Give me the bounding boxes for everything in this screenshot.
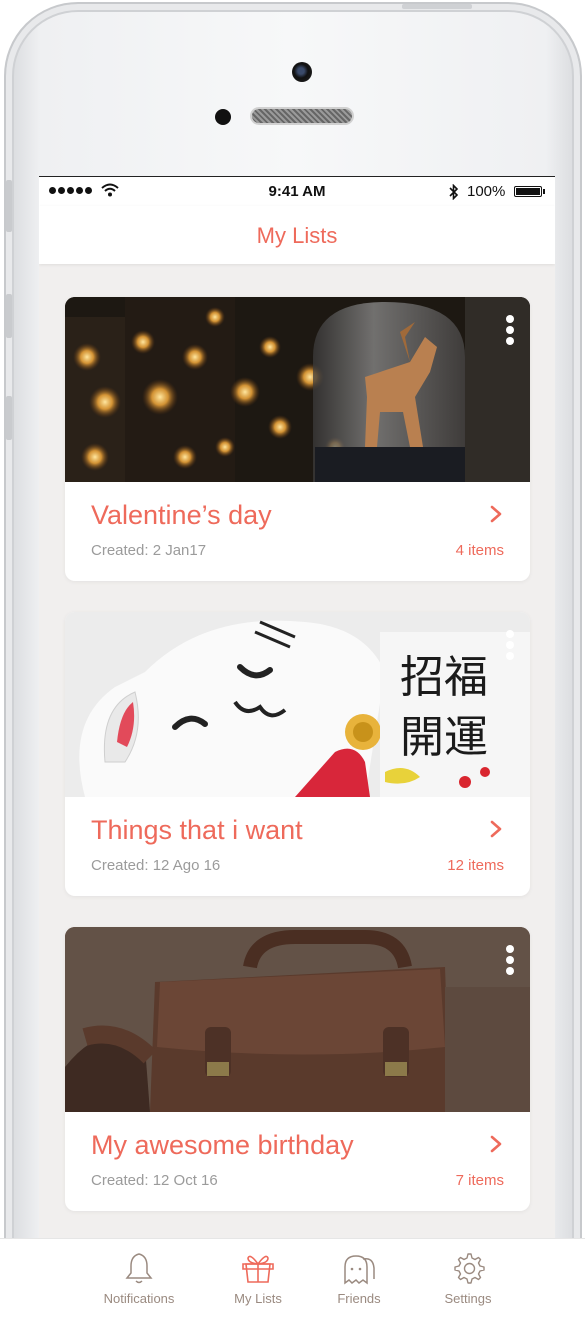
tab-label: My Lists bbox=[234, 1291, 282, 1306]
bell-icon bbox=[125, 1253, 153, 1284]
chevron-right-icon[interactable] bbox=[488, 504, 504, 524]
tab-bar: Notifications My Lists Friends Settings bbox=[0, 1238, 585, 1320]
tab-label: Notifications bbox=[103, 1291, 175, 1306]
more-options-icon[interactable] bbox=[504, 315, 516, 351]
list-item-count: 4 items bbox=[455, 542, 504, 559]
page-title: My Lists bbox=[256, 223, 338, 248]
svg-text:開運: 開運 bbox=[400, 712, 488, 763]
gear-icon bbox=[454, 1253, 485, 1284]
battery-percentage: 100% bbox=[467, 183, 506, 200]
list-title: Things that i want bbox=[91, 815, 303, 845]
list-card[interactable]: 招福 開運 Things that i want Created: 12 Ago… bbox=[65, 612, 530, 896]
mute-switch bbox=[6, 180, 12, 232]
more-options-icon[interactable] bbox=[504, 945, 516, 981]
bluetooth-icon bbox=[449, 184, 459, 200]
svg-text:招福: 招福 bbox=[400, 652, 488, 703]
list-title: My awesome birthday bbox=[91, 1130, 354, 1160]
list-created-date: Created: 12 Oct 16 bbox=[91, 1172, 218, 1189]
list-card[interactable]: My awesome birthday Created: 12 Oct 16 7… bbox=[65, 927, 530, 1211]
chevron-right-icon[interactable] bbox=[488, 1134, 504, 1154]
volume-down-button bbox=[6, 396, 12, 440]
tab-label: Settings bbox=[444, 1291, 492, 1306]
battery-icon bbox=[514, 186, 545, 197]
list-created-date: Created: 12 Ago 16 bbox=[91, 857, 221, 874]
more-options-icon[interactable] bbox=[504, 630, 516, 666]
gift-icon bbox=[242, 1255, 274, 1283]
power-button bbox=[402, 4, 472, 9]
chevron-right-icon[interactable] bbox=[488, 819, 504, 839]
list-cover-image bbox=[65, 927, 530, 1112]
earpiece-speaker bbox=[250, 107, 354, 125]
list-card[interactable]: Valentine’s day Created: 2 Jan17 4 items bbox=[65, 297, 530, 581]
proximity-sensor bbox=[215, 109, 231, 125]
tab-label: Friends bbox=[337, 1291, 381, 1306]
tab-notifications[interactable]: Notifications bbox=[84, 1251, 194, 1306]
front-camera bbox=[292, 62, 312, 82]
list-created-date: Created: 2 Jan17 bbox=[91, 542, 207, 559]
friends-icon bbox=[344, 1255, 375, 1285]
navigation-bar: My Lists bbox=[39, 206, 555, 264]
list-item-count: 7 items bbox=[455, 1172, 504, 1189]
tab-friends[interactable]: Friends bbox=[304, 1251, 414, 1306]
app-screen: 9:41 AM 100% My Lists Valentine’s day Cr… bbox=[39, 176, 555, 1240]
tab-my-lists[interactable]: My Lists bbox=[203, 1251, 313, 1306]
status-bar: 9:41 AM 100% bbox=[39, 176, 555, 206]
volume-up-button bbox=[6, 294, 12, 338]
list-cover-image: 招福 開運 bbox=[65, 612, 530, 797]
tab-settings[interactable]: Settings bbox=[413, 1251, 523, 1306]
list-item-count: 12 items bbox=[447, 857, 504, 874]
list-title: Valentine’s day bbox=[91, 500, 272, 530]
list-cover-image bbox=[65, 297, 530, 482]
